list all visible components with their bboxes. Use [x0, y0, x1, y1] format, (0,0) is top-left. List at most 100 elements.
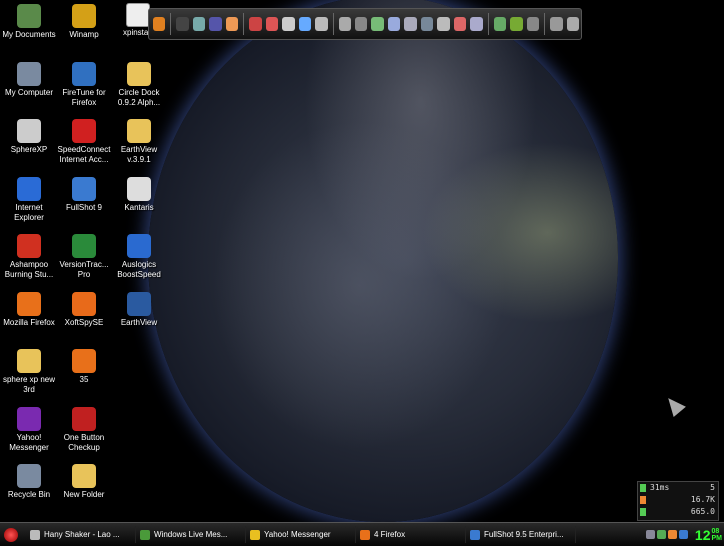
dock-item-icon[interactable]	[338, 17, 351, 31]
desktop-icon[interactable]: SphereXP	[1, 119, 57, 155]
desktop-icon[interactable]: Circle Dock 0.9.2 Alph...	[111, 61, 167, 108]
clock-ampm: PM	[711, 534, 723, 542]
dock-item-icon[interactable]	[526, 17, 540, 31]
dock-item-icon[interactable]	[437, 17, 450, 31]
taskbar-button[interactable]: Hany Shaker - Lao ...	[26, 526, 136, 543]
desktop-icon[interactable]: My Documents	[1, 4, 57, 40]
versiontracker-icon	[72, 234, 96, 258]
desktop-icon[interactable]: EarthView	[111, 291, 167, 328]
earthview-icon	[127, 291, 151, 316]
tray-messenger-icon[interactable]	[656, 530, 666, 539]
dock-item-icon[interactable]	[420, 17, 434, 31]
folder-icon	[72, 464, 96, 488]
dock-item-icon[interactable]	[404, 17, 417, 31]
desktop-icon-label: Mozilla Firefox	[3, 317, 55, 327]
dock-item-icon[interactable]	[209, 17, 222, 31]
taskbar-button[interactable]: Yahoo! Messenger	[246, 526, 356, 543]
mouse-cursor-icon	[662, 392, 686, 418]
folder-icon	[127, 119, 151, 143]
desktop-icon[interactable]: Mozilla Firefox	[1, 291, 57, 328]
dock-item-icon[interactable]	[249, 17, 262, 31]
dock-item-icon[interactable]	[265, 17, 279, 31]
desktop-icon-label: EarthView v.3.9.1	[120, 145, 158, 164]
desktop-icon[interactable]: My Computer	[1, 61, 57, 98]
installer-icon[interactable]	[126, 3, 150, 27]
desktop-icon-label: XoftSpySE	[64, 317, 104, 327]
dock-item-icon[interactable]	[510, 17, 523, 31]
dock-item-icon[interactable]	[453, 17, 467, 31]
dock-item-icon[interactable]	[550, 17, 563, 31]
desktop-icon-label: Circle Dock 0.9.2 Alph...	[117, 87, 161, 107]
taskbar-button-label: 4 Firefox	[374, 530, 406, 539]
desktop-icon[interactable]: XoftSpySE	[56, 291, 112, 328]
dock-separator	[243, 13, 245, 35]
desktop-icon[interactable]: EarthView v.3.9.1	[111, 119, 167, 165]
firetune-icon	[72, 61, 96, 86]
desktop-icon-label: Auslogics BoostSpeed	[117, 260, 161, 279]
desktop-icon[interactable]: FullShot 9	[56, 176, 112, 213]
desktop-icon-label: SpeedConnect Internet Acc...	[57, 145, 111, 164]
dock-item-icon[interactable]	[371, 17, 384, 31]
desktop-icon[interactable]: New Folder	[56, 464, 112, 500]
desktop-icon[interactable]: Yahoo! Messenger	[1, 406, 57, 453]
taskbar-button[interactable]: Windows Live Mes...	[136, 526, 246, 543]
desktop-icon[interactable]: Winamp	[56, 4, 112, 40]
desktop-icon[interactable]: FireTune for Firefox	[56, 61, 112, 108]
desktop-icon[interactable]: Kantaris	[111, 176, 167, 213]
ashampoo-icon	[17, 234, 41, 258]
tray-security-icon[interactable]	[667, 530, 677, 539]
desktop-icon[interactable]: VersionTrac... Pro	[56, 234, 112, 280]
desktop-icon[interactable]: Internet Explorer	[1, 176, 57, 223]
dock-item-icon[interactable]	[493, 17, 507, 31]
taskbar-button-label: Windows Live Mes...	[154, 530, 228, 539]
desktop-icon-label: SphereXP	[10, 145, 48, 154]
desktop-icon[interactable]: 35	[56, 349, 112, 385]
dock-item-icon[interactable]	[153, 17, 166, 31]
desktop-icon-label: Winamp	[69, 30, 99, 39]
dock-item-icon[interactable]	[387, 17, 401, 31]
desktop-icon[interactable]: Recycle Bin	[1, 464, 57, 500]
dock-item-icon[interactable]	[225, 17, 239, 31]
desktop-icon-label: FullShot 9	[65, 202, 103, 212]
dock-item-icon[interactable]	[470, 17, 483, 31]
desktop-icon[interactable]: Auslogics BoostSpeed	[111, 234, 167, 280]
desktop-icon[interactable]: One Button Checkup	[56, 406, 112, 453]
firefox-icon	[17, 291, 41, 316]
dock-item-icon[interactable]	[566, 17, 580, 31]
desktop-icon[interactable]: Ashampoo Burning Stu...	[1, 234, 57, 280]
dock-item-icon[interactable]	[298, 17, 312, 31]
documents-icon	[17, 4, 41, 28]
dock-item-icon[interactable]	[176, 17, 189, 31]
desktop-icon[interactable]: sphere xp new 3rd	[1, 349, 57, 395]
desktop-icon-label: Yahoo! Messenger	[9, 432, 49, 452]
tray-network-icon[interactable]	[645, 530, 655, 539]
dock-item-icon[interactable]	[315, 17, 328, 31]
system-tray: 12 08 PM	[645, 525, 724, 545]
taskbar-button[interactable]: FullShot 9.5 Enterpri...	[466, 526, 576, 543]
dock-item-icon[interactable]	[192, 17, 206, 31]
checkup-icon	[72, 406, 96, 431]
ping-count: 5	[710, 483, 715, 492]
tray-app-icon[interactable]	[678, 530, 688, 539]
desktop-icon[interactable]: SpeedConnect Internet Acc...	[56, 119, 112, 165]
desktop-icon-label: My Documents	[2, 30, 56, 39]
clock[interactable]: 12 08 PM	[695, 527, 722, 543]
dock-separator	[332, 13, 334, 35]
desktop-icon-label: Ashampoo Burning Stu...	[4, 260, 54, 279]
desktop-icon-label: 35	[79, 375, 89, 384]
desktop-icon-label: One Button Checkup	[63, 432, 105, 452]
folder-icon	[127, 61, 151, 86]
dock-separator	[170, 13, 172, 35]
ping-value: 31ms	[650, 483, 670, 492]
taskbar-button-label: FullShot 9.5 Enterpri...	[484, 530, 564, 539]
start-button[interactable]	[4, 527, 18, 542]
dock-separator	[544, 13, 546, 35]
yahoo-icon	[17, 406, 41, 431]
desktop-icon-label: Internet Explorer	[14, 202, 44, 222]
taskbar-button[interactable]: 4 Firefox	[356, 526, 466, 543]
dock-item-icon[interactable]	[282, 17, 295, 31]
yahoo-icon	[250, 529, 260, 540]
desktop-icon-label: VersionTrac... Pro	[59, 260, 109, 279]
dock-item-icon[interactable]	[355, 17, 368, 31]
desktop-icon-label: EarthView	[120, 317, 158, 327]
